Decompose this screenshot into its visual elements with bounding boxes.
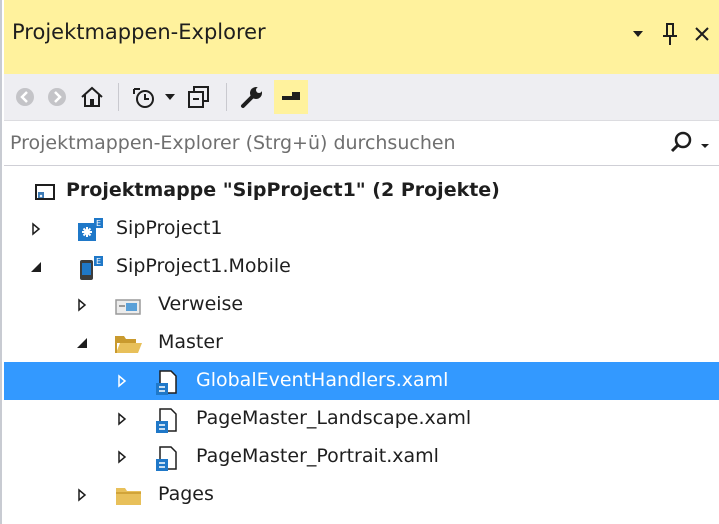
tree-item-pagemaster-landscape[interactable]: PageMaster_Landscape.xaml xyxy=(4,400,719,438)
tree-item-label: SipProject1 xyxy=(116,217,223,239)
tree-item-sipproject1[interactable]: E SipProject1 xyxy=(4,210,719,248)
tree-item-label: PageMaster_Portrait.xaml xyxy=(196,445,439,467)
back-icon[interactable] xyxy=(12,80,38,114)
svg-text:E: E xyxy=(96,219,101,228)
expand-arrow-icon[interactable] xyxy=(28,221,44,237)
folder-icon xyxy=(114,483,141,509)
xaml-file-icon xyxy=(154,369,180,395)
xaml-file-icon xyxy=(154,407,180,433)
collapse-arrow-icon[interactable] xyxy=(28,259,44,275)
tree-item-label: PageMaster_Landscape.xaml xyxy=(196,407,472,429)
expand-arrow-icon[interactable] xyxy=(114,373,130,389)
search-icon xyxy=(668,129,694,159)
toolbar-separator xyxy=(226,83,227,111)
tree-item-sipproject1-mobile[interactable]: E SipProject1.Mobile xyxy=(4,248,719,286)
tree-item-verweise[interactable]: Verweise xyxy=(4,286,719,324)
properties-wrench-icon[interactable] xyxy=(236,80,268,114)
expand-arrow-icon[interactable] xyxy=(114,449,130,465)
references-icon xyxy=(114,293,141,319)
solution-tree: Projektmappe "SipProject1" (2 Projekte) … xyxy=(4,166,719,524)
collapse-all-icon[interactable] xyxy=(182,80,214,114)
toolbar xyxy=(4,74,719,120)
tree-item-label: Master xyxy=(158,331,223,353)
project-icon: E xyxy=(76,217,103,243)
tree-item-label: Verweise xyxy=(158,293,244,315)
tree-item-label: SipProject1.Mobile xyxy=(116,255,291,277)
tree-item-master[interactable]: Master xyxy=(4,324,719,362)
tree-item-globaleventhandlers[interactable]: GlobalEventHandlers.xaml xyxy=(4,362,719,400)
tree-item-solution[interactable]: Projektmappe "SipProject1" (2 Projekte) xyxy=(4,172,719,210)
folder-open-icon xyxy=(114,331,142,357)
chevron-down-icon xyxy=(700,135,710,154)
expand-arrow-icon[interactable] xyxy=(74,487,90,503)
tree-item-label: Projektmappe "SipProject1" (2 Projekte) xyxy=(66,179,500,201)
search-button[interactable] xyxy=(668,129,719,159)
search-input[interactable] xyxy=(10,121,650,165)
solution-icon xyxy=(32,179,58,205)
collapse-arrow-icon[interactable] xyxy=(74,335,90,351)
toolbar-separator xyxy=(118,83,119,111)
home-icon[interactable] xyxy=(76,80,108,114)
expand-arrow-icon[interactable] xyxy=(74,297,90,313)
preview-selected-icon[interactable] xyxy=(274,80,308,114)
dropdown-arrow-icon[interactable] xyxy=(162,80,178,114)
panel-title: Projektmappen-Explorer xyxy=(12,20,266,44)
solution-explorer-panel: Projektmappen-Explorer Projektmappen-Exp… xyxy=(0,0,719,524)
caret-down-icon[interactable] xyxy=(624,14,652,54)
mobile-project-icon: E xyxy=(76,255,103,281)
forward-icon[interactable] xyxy=(44,80,70,114)
tree-item-pagemaster-portrait[interactable]: PageMaster_Portrait.xaml xyxy=(4,438,719,476)
search-box xyxy=(4,120,719,166)
title-bar: Projektmappen-Explorer xyxy=(4,0,719,74)
tree-item-pages[interactable]: Pages xyxy=(4,476,719,514)
close-icon[interactable] xyxy=(688,14,716,54)
tree-item-label: Pages xyxy=(158,483,214,505)
svg-text:E: E xyxy=(96,257,101,266)
xaml-file-icon xyxy=(154,445,180,471)
pin-icon[interactable] xyxy=(656,14,684,54)
tree-item-partial xyxy=(4,514,719,524)
expand-arrow-icon[interactable] xyxy=(114,411,130,427)
pending-changes-icon[interactable] xyxy=(128,80,160,114)
tree-item-label: GlobalEventHandlers.xaml xyxy=(196,369,449,391)
